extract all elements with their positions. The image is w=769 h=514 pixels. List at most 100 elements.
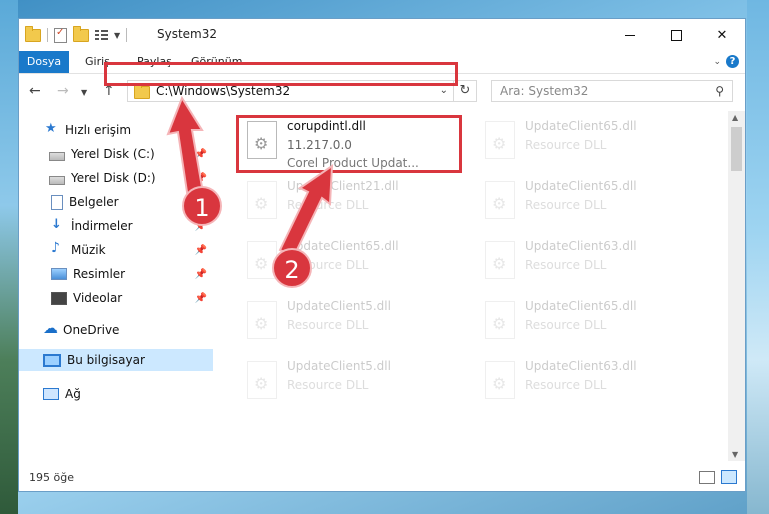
sidebar-item-videos[interactable]: Videolar 📌 xyxy=(19,287,213,309)
quick-access-toolbar: ▼ xyxy=(25,25,128,44)
desktop-background-right xyxy=(747,0,769,514)
close-icon: ✕ xyxy=(716,27,728,43)
recent-locations-icon[interactable]: ▼ xyxy=(81,88,87,97)
minimize-icon xyxy=(625,34,635,36)
file-item[interactable]: UpdateClient63.dll Resource DLL xyxy=(477,357,697,415)
status-bar: 195 öğe xyxy=(19,463,745,491)
file-description: Resource DLL xyxy=(525,318,607,332)
details-view-icon[interactable] xyxy=(699,471,715,484)
dll-file-icon xyxy=(485,121,515,159)
explorer-window: ▼ System32 ✕ Dosya Giriş Paylaş Görünüm … xyxy=(18,18,746,492)
dll-file-icon xyxy=(485,301,515,339)
pin-icon[interactable]: 📌 xyxy=(195,293,207,304)
network-icon xyxy=(43,388,59,400)
close-button[interactable]: ✕ xyxy=(699,19,745,51)
music-icon xyxy=(51,240,65,257)
folder-icon[interactable] xyxy=(25,25,41,42)
file-name: UpdateClient63.dll xyxy=(525,239,637,253)
star-icon xyxy=(45,121,59,137)
file-name: UpdateClient5.dll xyxy=(287,299,391,313)
computer-icon xyxy=(43,353,61,367)
file-description: Resource DLL xyxy=(287,318,369,332)
customize-toolbar-icon[interactable]: ▼ xyxy=(114,31,120,40)
disk-icon xyxy=(49,151,65,161)
toolbar-separator xyxy=(126,28,128,42)
dll-file-icon xyxy=(247,361,277,399)
video-icon xyxy=(51,291,67,305)
forward-arrow-icon[interactable]: → xyxy=(57,83,69,99)
maximize-icon xyxy=(670,29,682,41)
address-folder-icon xyxy=(134,83,150,99)
file-description: Resource DLL xyxy=(287,378,369,392)
scroll-down-icon[interactable]: ▼ xyxy=(732,450,738,459)
sidebar-item-label: Hızlı erişim xyxy=(65,123,132,137)
expand-ribbon-icon[interactable]: ⌄ xyxy=(713,57,721,67)
step2-arrow-shape xyxy=(278,164,334,258)
item-count: 195 öğe xyxy=(29,471,74,484)
search-icon: ⚲ xyxy=(715,84,724,98)
sidebar-item-label: Yerel Disk (C:) xyxy=(71,147,155,161)
tab-file[interactable]: Dosya xyxy=(19,51,69,73)
file-name: UpdateClient65.dll xyxy=(525,119,637,133)
file-item[interactable]: UpdateClient5.dll Resource DLL xyxy=(239,357,459,415)
file-description: Resource DLL xyxy=(525,198,607,212)
toolbar-separator xyxy=(47,28,48,42)
download-icon xyxy=(51,217,65,233)
vertical-scrollbar[interactable]: ▲ ▼ xyxy=(728,111,745,461)
sidebar-item-pictures[interactable]: Resimler 📌 xyxy=(19,263,213,285)
address-dropdown-icon[interactable]: ⌄ xyxy=(440,85,448,96)
file-name: UpdateClient63.dll xyxy=(525,359,637,373)
file-name: UpdateClient65.dll xyxy=(525,299,637,313)
sidebar-item-label: Yerel Disk (D:) xyxy=(71,171,156,185)
file-item[interactable]: UpdateClient65.dll Resource DLL xyxy=(477,117,697,175)
sidebar-item-label: Belgeler xyxy=(69,195,119,209)
sidebar-item-this-pc[interactable]: Bu bilgisayar xyxy=(19,349,213,371)
dll-file-icon xyxy=(485,361,515,399)
file-description: Resource DLL xyxy=(525,138,607,152)
file-name: UpdateClient5.dll xyxy=(287,359,391,373)
file-item[interactable]: UpdateClient5.dll Resource DLL xyxy=(239,297,459,355)
desktop-background-left xyxy=(0,0,18,514)
search-input[interactable]: Ara: System32 ⚲ xyxy=(491,80,733,102)
step1-badge: 1 xyxy=(182,186,222,226)
sidebar-item-label: Bu bilgisayar xyxy=(67,353,145,367)
sidebar-item-label: OneDrive xyxy=(63,323,120,337)
title-bar: ▼ System32 ✕ xyxy=(19,19,745,51)
minimize-button[interactable] xyxy=(607,19,653,51)
file-name: UpdateClient65.dll xyxy=(525,179,637,193)
sidebar-item-label: Müzik xyxy=(71,243,106,257)
sidebar-item-music[interactable]: Müzik 📌 xyxy=(19,239,213,261)
dll-file-icon xyxy=(247,301,277,339)
file-item[interactable]: UpdateClient65.dll Resource DLL xyxy=(477,297,697,355)
sidebar-item-label: İndirmeler xyxy=(71,219,133,233)
step2-badge: 2 xyxy=(272,248,312,288)
scroll-thumb[interactable] xyxy=(731,127,742,171)
cloud-icon xyxy=(43,319,58,337)
file-item[interactable]: UpdateClient63.dll Resource DLL xyxy=(477,237,697,295)
search-placeholder: Ara: System32 xyxy=(500,84,589,98)
new-folder-icon[interactable] xyxy=(73,25,89,42)
large-icons-view-icon[interactable] xyxy=(721,470,737,484)
properties-icon[interactable] xyxy=(54,27,67,43)
address-highlight-box xyxy=(104,62,458,86)
sidebar-item-onedrive[interactable]: OneDrive xyxy=(19,319,213,341)
file-description: Resource DLL xyxy=(525,378,607,392)
file-item[interactable]: UpdateClient65.dll Resource DLL xyxy=(477,177,697,235)
pin-icon[interactable]: 📌 xyxy=(195,269,207,280)
view-icon[interactable] xyxy=(95,29,108,41)
document-icon xyxy=(51,194,63,210)
scroll-up-icon[interactable]: ▲ xyxy=(732,113,738,122)
disk-icon xyxy=(49,175,65,185)
window-title: System32 xyxy=(157,27,218,41)
sidebar-item-network[interactable]: Ağ xyxy=(19,383,213,405)
dll-file-icon xyxy=(485,181,515,219)
maximize-button[interactable] xyxy=(653,19,699,51)
file-description: Resource DLL xyxy=(525,258,607,272)
pictures-icon xyxy=(51,268,67,280)
sidebar-item-label: Resimler xyxy=(73,267,126,281)
back-arrow-icon[interactable]: ← xyxy=(29,83,41,99)
sidebar-item-label: Videolar xyxy=(73,291,123,305)
pin-icon[interactable]: 📌 xyxy=(195,245,207,256)
help-icon[interactable]: ? xyxy=(726,55,739,68)
dll-file-icon xyxy=(247,181,277,219)
